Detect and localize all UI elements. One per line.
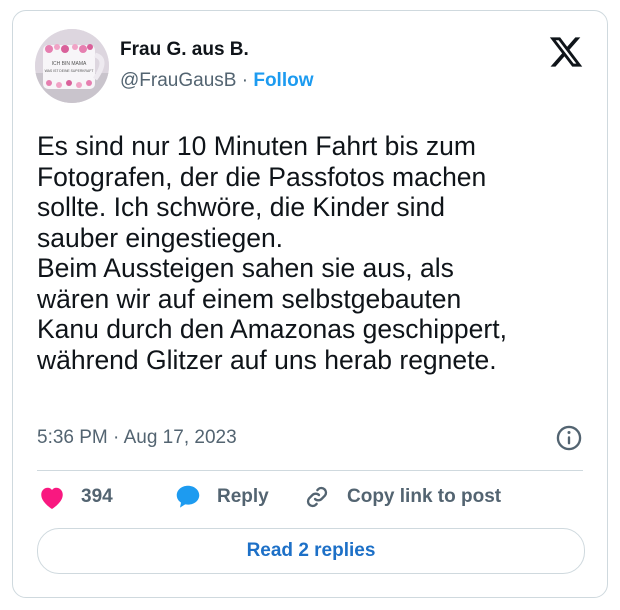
reply-bubble-icon [176, 485, 200, 508]
follow-button[interactable]: Follow [253, 70, 313, 91]
author-handle[interactable]: @FrauGausB [120, 70, 236, 91]
link-icon [306, 486, 328, 508]
like-button[interactable]: 394 [37, 481, 113, 513]
tweet-text: Es sind nur 10 Minuten Fahrt bis zum Fot… [37, 131, 507, 375]
reply-button[interactable]: Reply [173, 481, 269, 513]
tweet-timestamp[interactable]: 5:36 PM · Aug 17, 2023 [37, 427, 237, 449]
heart-icon [41, 487, 63, 509]
copy-link-button[interactable]: Copy link to post [303, 481, 501, 513]
read-replies-button[interactable]: Read 2 replies [37, 528, 585, 574]
divider [37, 470, 583, 471]
action-bar: 394 Reply Copy link to post [37, 481, 597, 513]
x-logo-icon[interactable] [548, 34, 584, 70]
avatar[interactable]: ICH BIN MAMA WAS IST DEINE SUPERKRAFT [35, 29, 109, 103]
handle-separator: · [241, 70, 249, 91]
info-icon[interactable] [555, 424, 583, 452]
reply-label: Reply [217, 486, 269, 507]
author-display-name[interactable]: Frau G. aus B. [120, 39, 249, 61]
author-handle-row: @FrauGausB · Follow [120, 70, 314, 92]
copy-link-label: Copy link to post [347, 486, 502, 507]
avatar-mug-image: ICH BIN MAMA WAS IST DEINE SUPERKRAFT [35, 29, 109, 103]
tweet-card: ICH BIN MAMA WAS IST DEINE SUPERKRAFT Fr… [12, 10, 608, 598]
avatar-mug-text: WAS IST DEINE SUPERKRAFT [45, 69, 94, 73]
like-count: 394 [81, 486, 113, 507]
avatar-mug-text: ICH BIN MAMA [52, 61, 87, 67]
